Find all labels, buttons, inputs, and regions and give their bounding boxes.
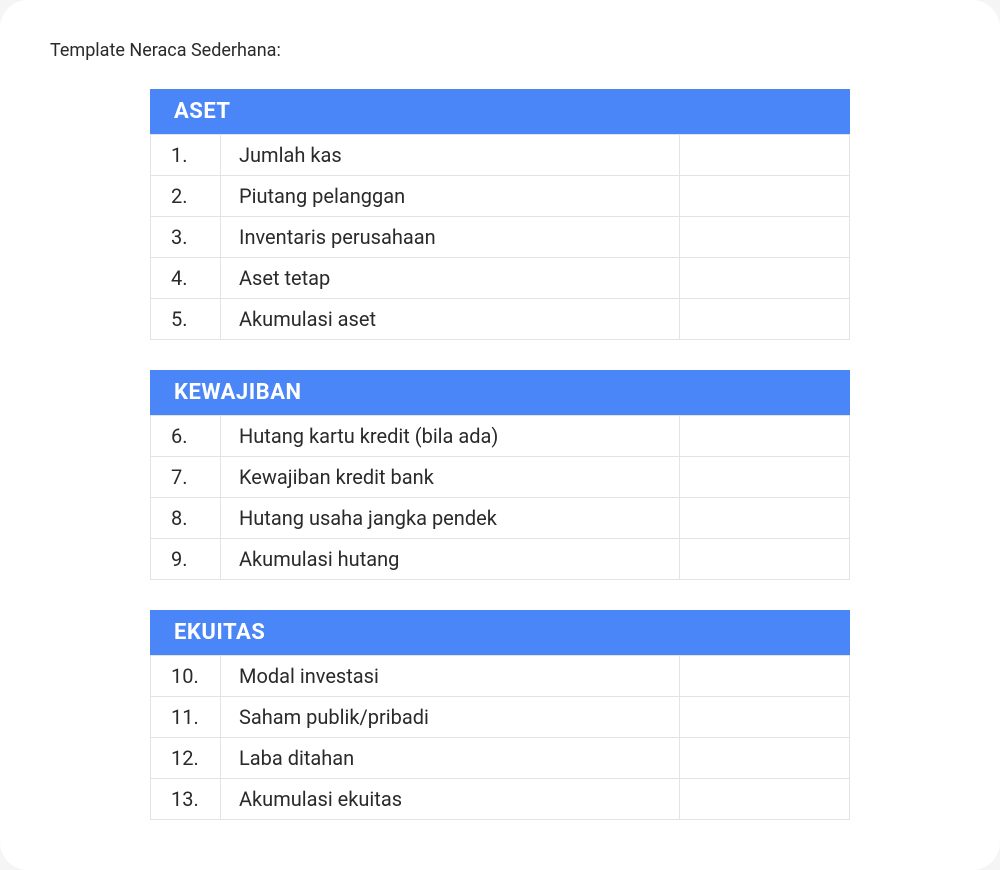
row-number: 9.: [151, 539, 221, 580]
row-number: 12.: [151, 738, 221, 779]
section-header-kewajiban: KEWAJIBAN: [150, 370, 850, 415]
table-row: 4. Aset tetap: [151, 258, 850, 299]
table-row: 6. Hutang kartu kredit (bila ada): [151, 416, 850, 457]
tables-container: ASET 1. Jumlah kas 2. Piutang pelanggan …: [50, 89, 950, 820]
row-label: Hutang kartu kredit (bila ada): [221, 416, 680, 457]
row-value: [680, 457, 850, 498]
document-card: Template Neraca Sederhana: ASET 1. Jumla…: [0, 0, 1000, 870]
table-row: 11. Saham publik/pribadi: [151, 697, 850, 738]
section-ekuitas: EKUITAS 10. Modal investasi 11. Saham pu…: [150, 610, 850, 820]
row-value: [680, 258, 850, 299]
row-value: [680, 779, 850, 820]
row-value: [680, 176, 850, 217]
row-label: Akumulasi ekuitas: [221, 779, 680, 820]
row-value: [680, 539, 850, 580]
table-ekuitas: 10. Modal investasi 11. Saham publik/pri…: [150, 655, 850, 820]
row-number: 1.: [151, 135, 221, 176]
table-row: 10. Modal investasi: [151, 656, 850, 697]
row-number: 5.: [151, 299, 221, 340]
row-label: Aset tetap: [221, 258, 680, 299]
row-label: Laba ditahan: [221, 738, 680, 779]
row-label: Kewajiban kredit bank: [221, 457, 680, 498]
table-row: 9. Akumulasi hutang: [151, 539, 850, 580]
row-number: 2.: [151, 176, 221, 217]
page-title: Template Neraca Sederhana:: [50, 40, 950, 61]
table-row: 8. Hutang usaha jangka pendek: [151, 498, 850, 539]
row-label: Hutang usaha jangka pendek: [221, 498, 680, 539]
row-label: Akumulasi hutang: [221, 539, 680, 580]
row-value: [680, 498, 850, 539]
section-aset: ASET 1. Jumlah kas 2. Piutang pelanggan …: [150, 89, 850, 340]
row-number: 3.: [151, 217, 221, 258]
row-number: 6.: [151, 416, 221, 457]
row-number: 10.: [151, 656, 221, 697]
row-label: Inventaris perusahaan: [221, 217, 680, 258]
row-number: 4.: [151, 258, 221, 299]
row-value: [680, 135, 850, 176]
row-value: [680, 656, 850, 697]
row-value: [680, 416, 850, 457]
row-number: 13.: [151, 779, 221, 820]
row-number: 11.: [151, 697, 221, 738]
row-label: Saham publik/pribadi: [221, 697, 680, 738]
row-number: 7.: [151, 457, 221, 498]
table-row: 7. Kewajiban kredit bank: [151, 457, 850, 498]
row-value: [680, 738, 850, 779]
row-value: [680, 299, 850, 340]
table-row: 12. Laba ditahan: [151, 738, 850, 779]
table-row: 5. Akumulasi aset: [151, 299, 850, 340]
section-header-ekuitas: EKUITAS: [150, 610, 850, 655]
row-number: 8.: [151, 498, 221, 539]
row-label: Jumlah kas: [221, 135, 680, 176]
table-row: 3. Inventaris perusahaan: [151, 217, 850, 258]
row-value: [680, 217, 850, 258]
section-header-aset: ASET: [150, 89, 850, 134]
table-row: 13. Akumulasi ekuitas: [151, 779, 850, 820]
row-label: Modal investasi: [221, 656, 680, 697]
row-label: Piutang pelanggan: [221, 176, 680, 217]
row-label: Akumulasi aset: [221, 299, 680, 340]
table-row: 2. Piutang pelanggan: [151, 176, 850, 217]
table-aset: 1. Jumlah kas 2. Piutang pelanggan 3. In…: [150, 134, 850, 340]
table-kewajiban: 6. Hutang kartu kredit (bila ada) 7. Kew…: [150, 415, 850, 580]
table-row: 1. Jumlah kas: [151, 135, 850, 176]
row-value: [680, 697, 850, 738]
section-kewajiban: KEWAJIBAN 6. Hutang kartu kredit (bila a…: [150, 370, 850, 580]
